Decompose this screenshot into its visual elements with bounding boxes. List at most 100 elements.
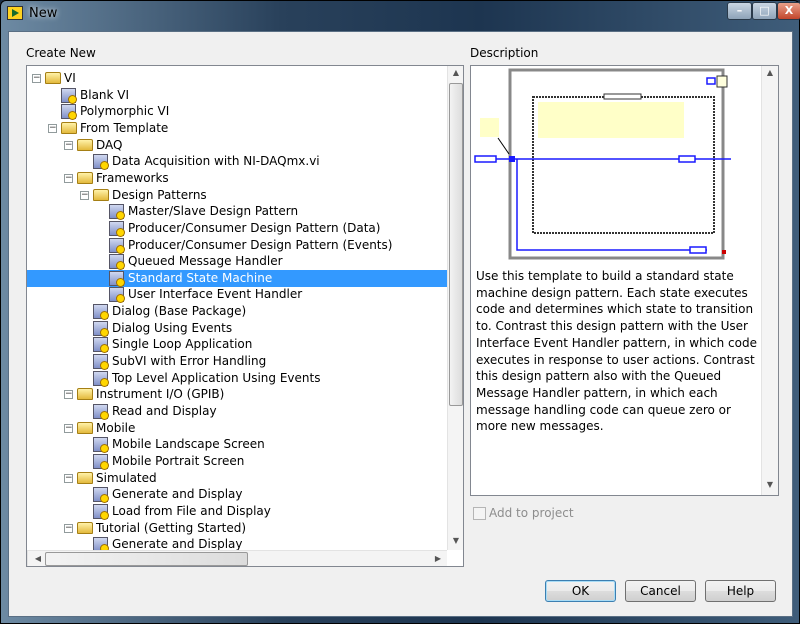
collapse-toggle-icon[interactable]: −	[32, 74, 41, 83]
tree-item-label: DAQ	[96, 137, 123, 152]
vi-template-icon	[93, 453, 109, 470]
vi-template-icon	[93, 370, 109, 387]
folder-icon	[77, 138, 93, 151]
tree-item[interactable]: Single Loop Application	[27, 336, 447, 354]
collapse-toggle-icon[interactable]: −	[80, 190, 89, 200]
tree-item[interactable]: Producer/Consumer Design Pattern (Events…	[27, 237, 447, 254]
vertical-scroll-thumb[interactable]	[449, 83, 463, 406]
tree-item[interactable]: Dialog Using Events	[27, 320, 447, 337]
tree-item[interactable]: Mobile Landscape Screen	[27, 436, 447, 454]
vi-template-icon	[109, 204, 125, 221]
tree-item[interactable]: User Interface Event Handler	[27, 286, 447, 304]
description-scrollbar[interactable]: ▲ ▼	[761, 66, 778, 495]
create-new-tree[interactable]: − VI Blank VI Polymorphic VI − From Template −…	[26, 65, 464, 567]
tree-item[interactable]: − From Template	[27, 120, 447, 137]
horizontal-scroll-thumb[interactable]	[45, 552, 248, 566]
new-dialog-window: New – □ X Create New Description − VI Blan…	[0, 0, 800, 624]
collapse-toggle-icon[interactable]: −	[48, 123, 57, 133]
vi-template-icon	[93, 154, 109, 171]
tree-item[interactable]: − DAQ	[27, 137, 447, 154]
scroll-down-arrow[interactable]: ▼	[448, 536, 463, 545]
tree-item[interactable]: Blank VI	[27, 87, 447, 104]
help-button[interactable]: Help	[705, 580, 776, 602]
tree-item[interactable]: − Design Patterns	[27, 187, 447, 204]
tree-item-label: Producer/Consumer Design Pattern (Data)	[128, 220, 381, 235]
vi-template-icon	[93, 404, 109, 420]
add-to-project-label: Add to project	[489, 506, 574, 520]
collapse-toggle-icon[interactable]: −	[64, 390, 73, 400]
close-button[interactable]: X	[777, 2, 800, 20]
folder-icon	[61, 121, 77, 134]
tree-item[interactable]: Producer/Consumer Design Pattern (Data)	[27, 220, 447, 237]
cancel-button[interactable]: Cancel	[625, 580, 696, 602]
tree-item[interactable]: Generate and Display	[27, 486, 447, 504]
ok-button[interactable]: OK	[545, 580, 616, 602]
tree-item[interactable]: Data Acquisition with NI-DAQmx.vi	[27, 153, 447, 171]
tree-item-label: Frameworks	[96, 170, 169, 185]
tree-item[interactable]: − Tutorial (Getting Started)	[27, 520, 447, 537]
folder-icon	[77, 171, 93, 184]
minimize-button[interactable]: –	[727, 2, 752, 20]
vi-template-icon	[93, 503, 109, 520]
collapse-toggle-icon[interactable]: −	[64, 140, 73, 150]
scroll-up-arrow[interactable]: ▲	[448, 68, 463, 77]
collapse-toggle-icon[interactable]: −	[64, 473, 73, 483]
tree-item-label: From Template	[80, 120, 169, 135]
folder-icon	[77, 421, 93, 434]
tree-item[interactable]: Mobile Portrait Screen	[27, 453, 447, 470]
tree-vertical-scrollbar[interactable]: ▲ ▼	[447, 66, 463, 550]
tree-item[interactable]: SubVI with Error Handling	[27, 353, 447, 371]
tree-item[interactable]: Standard State Machine	[27, 269, 447, 287]
tree-item-label: SubVI with Error Handling	[112, 354, 267, 369]
block-diagram-preview	[474, 68, 731, 260]
tree-item-label: Tutorial (Getting Started)	[96, 520, 247, 535]
tree-item[interactable]: Queued Message Handler	[27, 253, 447, 271]
tree-item-label: Polymorphic VI	[80, 104, 170, 119]
folder-icon	[77, 388, 93, 401]
tree-item[interactable]: − Mobile	[27, 420, 447, 437]
folder-icon	[45, 72, 61, 84]
tree-item[interactable]: − Instrument I/O (GPIB)	[27, 386, 447, 403]
add-to-project-checkbox[interactable]	[473, 507, 486, 520]
tree-item-label: Mobile Landscape Screen	[112, 437, 265, 452]
tree-item[interactable]: − VI	[27, 70, 447, 87]
desc-scroll-down-arrow[interactable]: ▼	[762, 480, 778, 489]
tree-item[interactable]: Dialog (Base Package)	[27, 303, 447, 321]
tree-item-label: Standard State Machine	[128, 270, 273, 285]
tree-item[interactable]: Load from File and Display	[27, 503, 447, 520]
scroll-left-arrow[interactable]: ◀	[30, 554, 46, 563]
description-text: Use this template to build a standard st…	[476, 269, 757, 434]
tree-item[interactable]: Master/Slave Design Pattern	[27, 203, 447, 221]
vi-template-icon	[61, 104, 77, 121]
vi-template-icon	[109, 254, 125, 271]
tree-item[interactable]: Read and Display	[27, 403, 447, 420]
tree-item-label: Blank VI	[80, 87, 130, 102]
description-label: Description	[470, 46, 539, 60]
vi-template-icon	[93, 304, 109, 321]
folder-icon	[77, 521, 93, 534]
title-bar[interactable]: New – □ X	[1, 1, 800, 27]
tree-item[interactable]: − Simulated	[27, 470, 447, 487]
tree-item-label: Dialog (Base Package)	[112, 304, 247, 319]
tree-horizontal-scrollbar[interactable]: ◀ ▶	[27, 550, 447, 566]
vi-template-icon	[93, 337, 109, 354]
tree-item-label: Mobile	[96, 420, 136, 435]
collapse-toggle-icon[interactable]: −	[64, 523, 73, 533]
dialog-body: Create New Description − VI Blank VI Polymo…	[8, 31, 793, 617]
maximize-button[interactable]: □	[752, 2, 777, 20]
folder-icon	[77, 471, 93, 484]
desc-scroll-up-arrow[interactable]: ▲	[762, 68, 778, 77]
tree-item-label: VI	[64, 71, 76, 85]
collapse-toggle-icon[interactable]: −	[64, 173, 73, 183]
scroll-right-arrow[interactable]: ▶	[430, 554, 446, 563]
create-new-label: Create New	[26, 46, 96, 60]
collapse-toggle-icon[interactable]: −	[64, 423, 73, 433]
tree-item-label: Single Loop Application	[112, 337, 253, 352]
tree-item[interactable]: Top Level Application Using Events	[27, 370, 447, 387]
tree-item[interactable]: − Frameworks	[27, 170, 447, 187]
tree-item[interactable]: Polymorphic VI	[27, 103, 447, 121]
tree-item-label: Generate and Display	[112, 487, 243, 502]
tree-item-label: User Interface Event Handler	[128, 287, 303, 302]
tree-item-label: Design Patterns	[112, 187, 207, 202]
labview-app-icon	[7, 6, 23, 20]
